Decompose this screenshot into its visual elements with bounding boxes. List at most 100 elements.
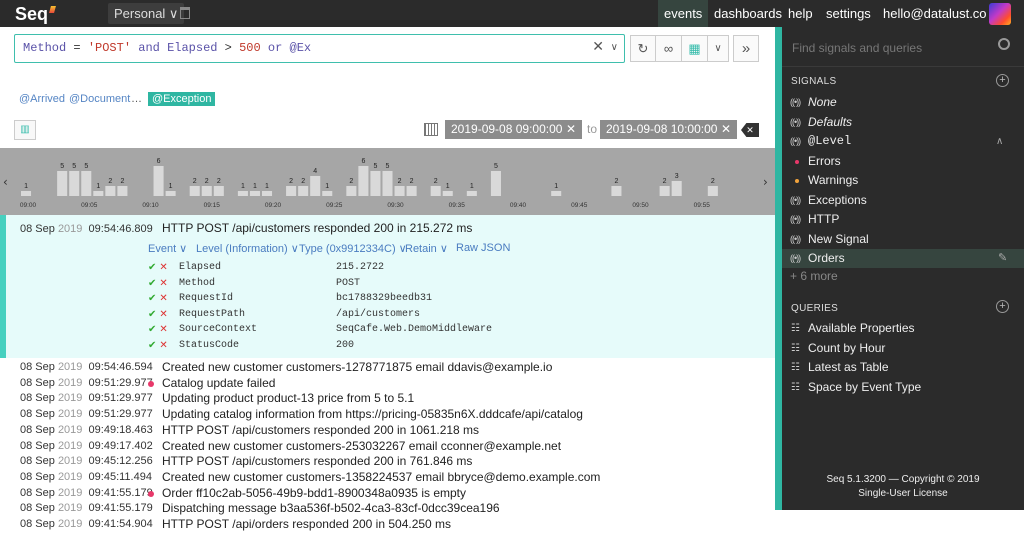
exclude-x-icon[interactable]: ✕ xyxy=(159,278,167,289)
include-check-icon[interactable]: ✔ xyxy=(148,262,156,273)
signal-orders[interactable]: ((•)) Orders ✎ xyxy=(782,249,1024,268)
histogram-bar[interactable] xyxy=(201,186,212,196)
signal-errors[interactable]: Errors xyxy=(782,152,1024,171)
more-options-button[interactable]: ∨ xyxy=(707,35,729,62)
histogram-bar[interactable] xyxy=(298,186,309,196)
search-input[interactable]: Method = 'POST' and Elapsed > 500 or @Ex… xyxy=(14,34,625,63)
query-available-properties[interactable]: ☷ Available Properties xyxy=(782,319,1024,338)
exclude-x-icon[interactable]: ✕ xyxy=(159,324,167,335)
signal-defaults[interactable]: ((•)) Defaults xyxy=(782,113,1024,132)
histogram-bar[interactable] xyxy=(249,191,260,196)
query-latest-as-table[interactable]: ☷ Latest as Table xyxy=(782,358,1024,377)
signal-warnings[interactable]: Warnings xyxy=(782,171,1024,190)
event-row[interactable]: 08 Sep 2019 09:54:46.594 Created new cust… xyxy=(0,360,775,376)
hint-document[interactable]: @Document xyxy=(69,93,130,105)
histogram[interactable]: ‹ › 1 5 5 5 1 2 2 6 1 2 2 2 1 1 1 2 2 4 1 2 6 5 5 2 2 2 1 1 5 1 2 2 3 2 09:0… xyxy=(0,148,775,215)
histogram-bar[interactable] xyxy=(611,186,622,196)
event-row[interactable]: 08 Sep 2019 09:49:18.463 HTTP POST /api/c… xyxy=(0,423,775,439)
chart-toggle-button[interactable]: ▥ xyxy=(14,120,36,140)
histogram-bar[interactable] xyxy=(69,171,80,196)
hint-arrived[interactable]: @Arrived xyxy=(19,93,65,105)
histogram-bar[interactable] xyxy=(442,191,453,196)
histogram-bar[interactable] xyxy=(310,176,321,196)
clear-to-icon[interactable]: ✕ xyxy=(721,120,731,139)
date-to-field[interactable]: 2019-09-08 10:00:00 ✕ xyxy=(600,120,737,139)
exclude-x-icon[interactable]: ✕ xyxy=(159,309,167,320)
histogram-bar[interactable] xyxy=(346,186,357,196)
clear-search-icon[interactable]: ✕ xyxy=(592,35,604,62)
histogram-bar[interactable] xyxy=(394,186,405,196)
event-row[interactable]: 08 Sep 2019 09:49:17.402 Created new cust… xyxy=(0,439,775,455)
event-row[interactable]: 08 Sep 2019 09:41:55.179 Order ff10c2ab-5… xyxy=(0,486,775,502)
signal-http[interactable]: ((•)) HTTP xyxy=(782,210,1024,229)
date-from-field[interactable]: 2019-09-08 09:00:00 ✕ xyxy=(445,120,582,139)
histogram-bar[interactable] xyxy=(286,186,297,196)
event-row[interactable]: 08 Sep 2019 09:41:55.179 Dispatching mess… xyxy=(0,501,775,517)
event-row[interactable]: 08 Sep 2019 09:45:12.256 HTTP POST /api/c… xyxy=(0,454,775,470)
include-check-icon[interactable]: ✔ xyxy=(148,309,156,320)
event-menu-item[interactable]: Event ∨ xyxy=(148,242,187,255)
histogram-bar[interactable] xyxy=(551,191,562,196)
histogram-bar[interactable] xyxy=(358,166,369,196)
calendar-icon[interactable] xyxy=(424,123,438,136)
histogram-bar[interactable] xyxy=(370,171,381,196)
hint-exception[interactable]: @Exception xyxy=(148,92,216,106)
histogram-bar[interactable] xyxy=(707,186,718,196)
histogram-bar[interactable] xyxy=(237,191,248,196)
nav-user-menu[interactable]: hello@datalust.co ∨ xyxy=(877,0,1006,27)
query-count-by-hour[interactable]: ☷ Count by Hour xyxy=(782,339,1024,358)
histogram-bar[interactable] xyxy=(406,186,417,196)
event-menu-item[interactable]: Type (0x9912334C) ∨ xyxy=(299,242,407,255)
query-space-by-event-type[interactable]: ☷ Space by Event Type xyxy=(782,378,1024,397)
histogram-bar[interactable] xyxy=(261,191,273,196)
histogram-bar[interactable] xyxy=(153,166,164,196)
more-signals-link[interactable]: + 6 more xyxy=(782,267,1024,286)
histogram-bar[interactable] xyxy=(671,181,682,196)
exclude-x-icon[interactable]: ✕ xyxy=(159,262,167,273)
histogram-bar[interactable] xyxy=(659,186,670,196)
workspace-selector[interactable]: Personal ∨ xyxy=(108,3,185,24)
event-menu-item[interactable]: Level (Information) ∨ xyxy=(196,242,299,255)
clear-from-icon[interactable]: ✕ xyxy=(566,120,576,139)
histogram-bar[interactable] xyxy=(105,186,116,196)
add-query-icon[interactable]: + xyxy=(996,300,1009,313)
signal-exceptions[interactable]: ((•)) Exceptions xyxy=(782,191,1024,210)
include-check-icon[interactable]: ✔ xyxy=(148,278,156,289)
histogram-bar[interactable] xyxy=(490,171,501,196)
histogram-bar[interactable] xyxy=(322,191,333,196)
include-check-icon[interactable]: ✔ xyxy=(148,340,156,351)
expanded-event[interactable]: 08 Sep 2019 09:54:46.809 HTTP POST /api/… xyxy=(0,215,775,358)
edit-icon[interactable]: ✎ xyxy=(998,249,1007,268)
seq-logo[interactable]: Seq xyxy=(15,4,56,25)
signal-level[interactable]: ((•)) @Level ∧ xyxy=(782,132,1024,151)
signal-none[interactable]: ((•)) None xyxy=(782,93,1024,112)
avatar[interactable] xyxy=(989,3,1011,25)
tail-button[interactable]: » xyxy=(733,35,759,62)
event-menu-item[interactable]: Raw JSON xyxy=(456,242,510,254)
chevron-down-icon[interactable]: ∨ xyxy=(611,35,618,62)
search-icon[interactable] xyxy=(998,38,1010,50)
event-menu-item[interactable]: Retain ∨ xyxy=(405,242,448,255)
histogram-prev-icon[interactable]: ‹ xyxy=(3,175,8,189)
histogram-bar[interactable] xyxy=(430,186,441,196)
histogram-bar[interactable] xyxy=(189,186,200,196)
histogram-bar[interactable] xyxy=(57,171,68,196)
histogram-bar[interactable] xyxy=(382,171,393,196)
histogram-bar[interactable] xyxy=(466,191,477,196)
histogram-bar[interactable] xyxy=(117,186,128,196)
exclude-x-icon[interactable]: ✕ xyxy=(159,293,167,304)
exclude-x-icon[interactable]: ✕ xyxy=(159,340,167,351)
refresh-button[interactable]: ↻ xyxy=(630,35,656,62)
signal-new-signal[interactable]: ((•)) New Signal xyxy=(782,230,1024,249)
clear-range-button[interactable]: ✕ xyxy=(741,123,759,137)
histogram-bar[interactable] xyxy=(213,186,224,196)
histogram-next-icon[interactable]: › xyxy=(763,175,768,189)
include-check-icon[interactable]: ✔ xyxy=(148,293,156,304)
signal-search-input[interactable]: Find signals and queries xyxy=(782,27,1024,67)
histogram-bar[interactable] xyxy=(93,191,104,196)
histogram-bar[interactable] xyxy=(21,191,32,196)
add-signal-icon[interactable]: + xyxy=(996,74,1009,87)
nav-dashboards[interactable]: dashboards xyxy=(708,0,788,27)
chevron-up-icon[interactable]: ∧ xyxy=(996,132,1003,151)
event-row[interactable]: 08 Sep 2019 09:51:29.977 Catalog update f… xyxy=(0,376,775,392)
